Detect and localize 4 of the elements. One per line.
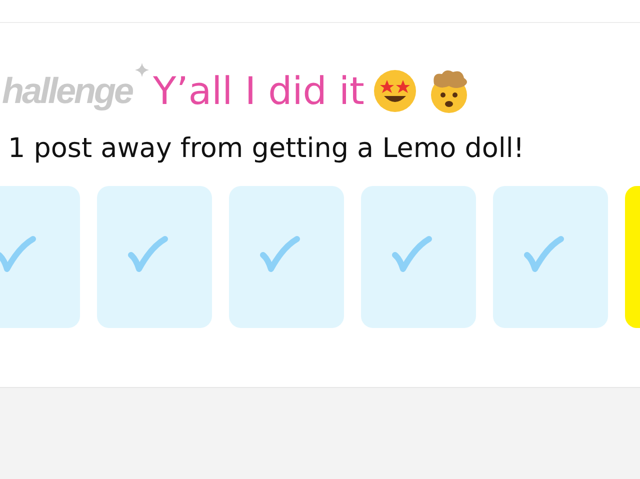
sparkle-icon [135,63,150,77]
challenge-title: Y’all I did it [153,69,364,113]
progress-message: 1 post away from getting a Lemo doll! [8,133,526,164]
star-struck-emoji-icon [372,68,418,114]
